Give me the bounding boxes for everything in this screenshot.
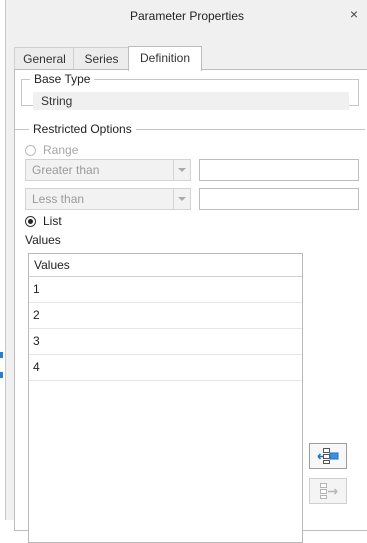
remove-value-icon (320, 483, 338, 499)
add-value-button[interactable] (309, 443, 347, 469)
tab-definition[interactable]: Definition (128, 46, 202, 71)
parameter-properties-dialog: Parameter Properties × General Series De… (5, 0, 367, 543)
list-item[interactable]: 3 (29, 329, 302, 355)
range-radio[interactable] (25, 144, 36, 156)
values-list[interactable]: Values 1 2 3 4 (28, 253, 303, 543)
dialog-title: Parameter Properties (129, 9, 245, 23)
close-icon[interactable]: × (346, 6, 362, 22)
chevron-down-icon (173, 189, 190, 209)
values-label: Values (25, 233, 61, 247)
upper-operator-value: Less than (32, 192, 85, 206)
list-item[interactable]: 1 (29, 277, 302, 303)
lower-operator-value: Greater than (32, 163, 100, 177)
list-item[interactable]: 2 (29, 303, 302, 329)
add-value-icon (317, 448, 339, 464)
upper-value-input[interactable] (199, 188, 359, 210)
lower-operator-select[interactable]: Greater than (25, 159, 191, 181)
upper-operator-select[interactable]: Less than (25, 188, 191, 210)
values-column-header[interactable]: Values (29, 254, 302, 277)
background-marker (0, 372, 3, 378)
tab-series[interactable]: Series (73, 47, 130, 70)
list-item[interactable]: 4 (29, 355, 302, 381)
list-label: List (43, 214, 62, 228)
list-option[interactable]: List (25, 214, 62, 228)
list-radio[interactable] (25, 215, 36, 227)
lower-value-input[interactable] (199, 159, 359, 181)
definition-panel: Base Type String Restricted Options Rang… (14, 69, 367, 543)
base-type-legend: Base Type (34, 72, 91, 86)
remove-value-button[interactable] (309, 478, 347, 504)
base-type-value: String (33, 92, 349, 110)
chevron-down-icon (173, 160, 190, 180)
range-option[interactable]: Range (25, 143, 78, 157)
title-bar[interactable]: Parameter Properties × (6, 0, 367, 32)
restricted-options-legend: Restricted Options (33, 122, 132, 136)
tab-general[interactable]: General (14, 47, 75, 70)
range-label: Range (43, 143, 79, 157)
background-marker (0, 352, 3, 358)
